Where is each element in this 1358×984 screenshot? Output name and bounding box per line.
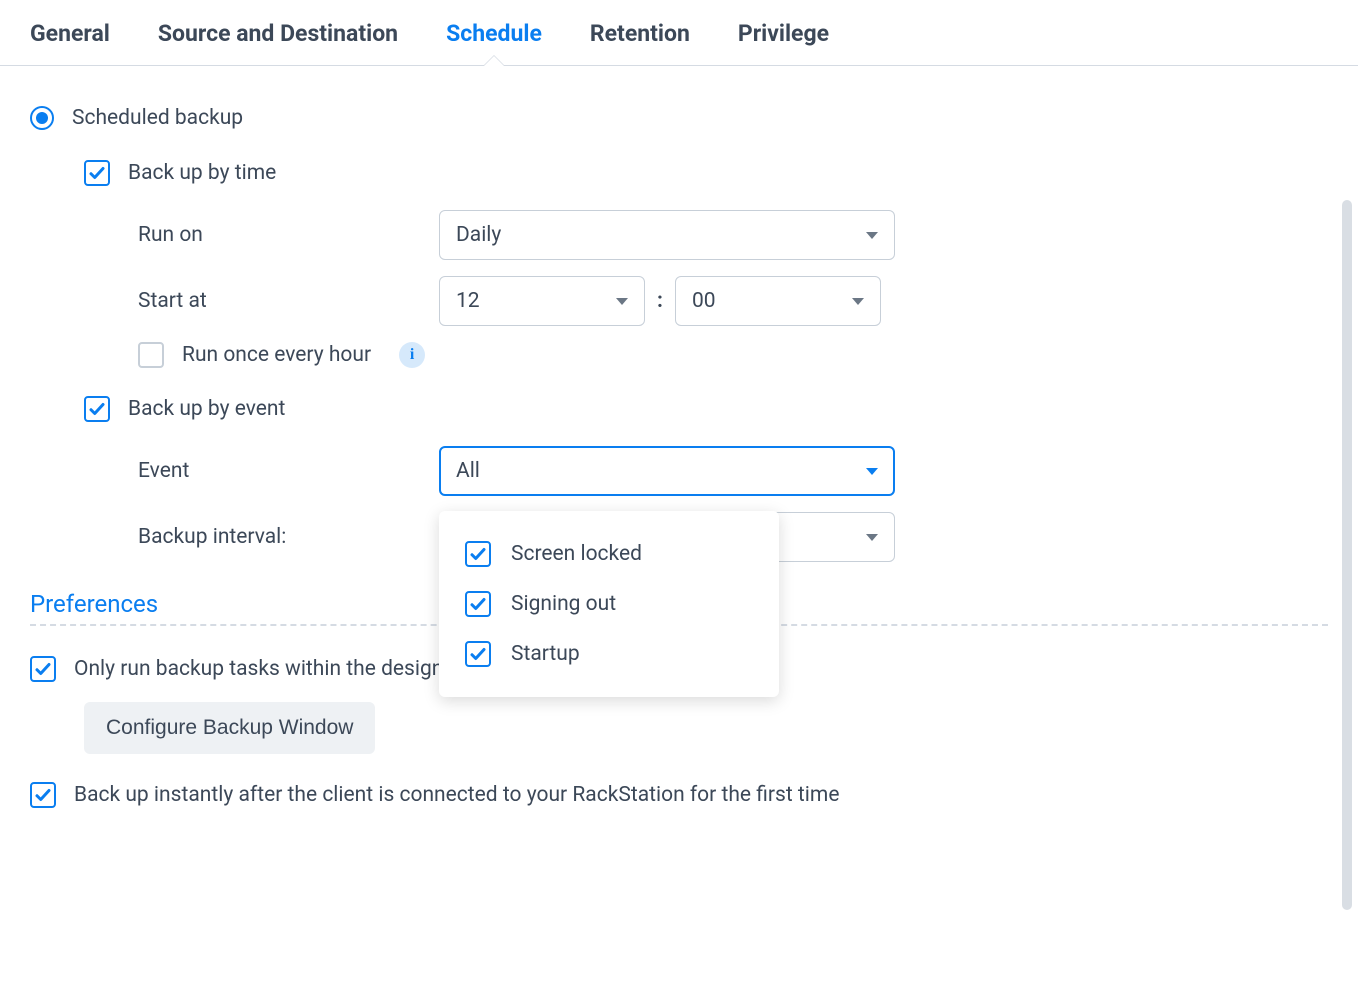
scheduled-backup-radio[interactable] — [30, 106, 54, 130]
scrollbar[interactable] — [1342, 200, 1352, 910]
caret-down-icon — [866, 468, 878, 475]
option-label: Screen locked — [511, 542, 642, 566]
backup-interval-label: Backup interval: — [84, 525, 439, 549]
run-every-hour-checkbox[interactable] — [138, 342, 164, 368]
check-icon — [469, 595, 487, 613]
option-checkbox[interactable] — [465, 541, 491, 567]
backup-by-time-checkbox[interactable] — [84, 160, 110, 186]
event-option-startup[interactable]: Startup — [439, 629, 779, 679]
tab-source-destination[interactable]: Source and Destination — [158, 20, 398, 65]
tab-retention[interactable]: Retention — [590, 20, 690, 65]
option-checkbox[interactable] — [465, 641, 491, 667]
caret-down-icon — [866, 534, 878, 541]
start-hour-select[interactable]: 12 — [439, 276, 645, 326]
backup-by-event-label: Back up by event — [128, 397, 285, 421]
start-minute-value: 00 — [692, 289, 716, 313]
caret-down-icon — [616, 298, 628, 305]
option-label: Signing out — [511, 592, 616, 616]
event-select[interactable]: All — [439, 446, 895, 496]
caret-down-icon — [852, 298, 864, 305]
time-separator: : — [645, 289, 675, 313]
instant-backup-label: Back up instantly after the client is co… — [74, 783, 839, 807]
check-icon — [469, 645, 487, 663]
event-option-signing-out[interactable]: Signing out — [439, 579, 779, 629]
scheduled-backup-label: Scheduled backup — [72, 106, 243, 130]
event-option-screen-locked[interactable]: Screen locked — [439, 529, 779, 579]
run-on-value: Daily — [456, 223, 501, 247]
run-on-select[interactable]: Daily — [439, 210, 895, 260]
scheduled-backup-row: Scheduled backup — [30, 106, 1328, 130]
option-label: Startup — [511, 642, 580, 666]
start-at-label: Start at — [84, 289, 439, 313]
start-hour-value: 12 — [456, 289, 480, 313]
instant-backup-checkbox[interactable] — [30, 782, 56, 808]
info-icon[interactable]: i — [399, 342, 425, 368]
event-label: Event — [84, 459, 439, 483]
tab-bar: General Source and Destination Schedule … — [0, 0, 1358, 66]
tab-general[interactable]: General — [30, 20, 110, 65]
configure-backup-window-button[interactable]: Configure Backup Window — [84, 702, 375, 754]
only-windows-checkbox[interactable] — [30, 656, 56, 682]
check-icon — [34, 660, 52, 678]
backup-by-event-checkbox[interactable] — [84, 396, 110, 422]
check-icon — [88, 400, 106, 418]
caret-down-icon — [866, 232, 878, 239]
event-value: All — [456, 459, 480, 483]
check-icon — [88, 164, 106, 182]
run-on-label: Run on — [84, 223, 439, 247]
tab-schedule[interactable]: Schedule — [446, 20, 542, 65]
backup-by-time-label: Back up by time — [128, 161, 276, 185]
option-checkbox[interactable] — [465, 591, 491, 617]
tab-privilege[interactable]: Privilege — [738, 20, 829, 65]
event-dropdown[interactable]: Screen locked Signing out Startup — [439, 511, 779, 697]
start-minute-select[interactable]: 00 — [675, 276, 881, 326]
check-icon — [469, 545, 487, 563]
content-area: Scheduled backup Back up by time Run on … — [0, 66, 1358, 838]
check-icon — [34, 786, 52, 804]
run-every-hour-label: Run once every hour — [182, 343, 371, 367]
